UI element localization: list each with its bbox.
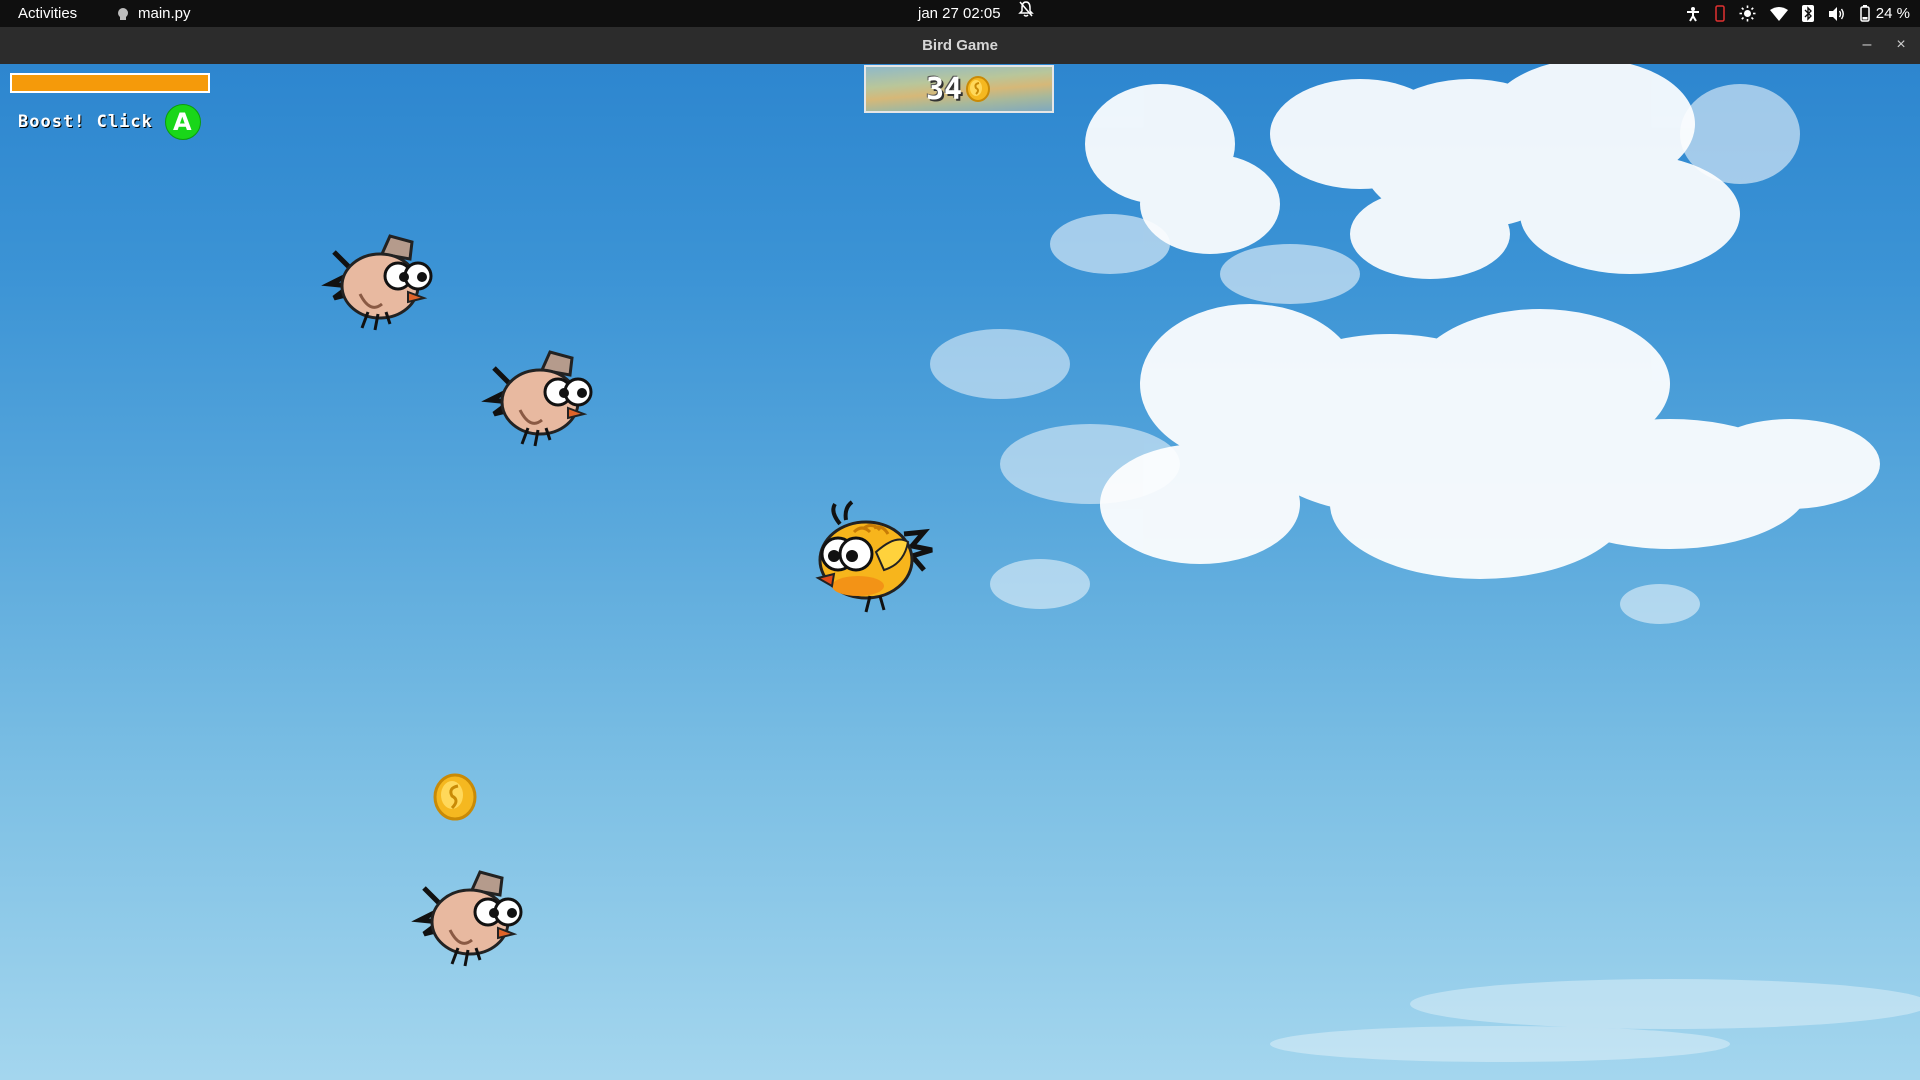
score-panel: 34 xyxy=(864,65,1054,113)
app-name: main.py xyxy=(138,5,191,22)
phone-icon[interactable] xyxy=(1715,5,1725,22)
close-button[interactable]: × xyxy=(1888,33,1914,59)
system-tray[interactable]: 24 % xyxy=(1685,0,1910,27)
activities-button[interactable]: Activities xyxy=(18,0,77,27)
score-value: 34 xyxy=(925,71,963,107)
cloud-middle xyxy=(930,304,1880,624)
coin-icon xyxy=(966,76,991,102)
app-icon xyxy=(118,7,128,20)
battery-icon[interactable] xyxy=(1860,5,1870,22)
notifications-muted-icon[interactable] xyxy=(1018,0,1034,27)
player-bird xyxy=(815,500,933,613)
volume-icon[interactable] xyxy=(1828,6,1846,22)
clock[interactable]: jan 27 02:05 xyxy=(918,0,1001,27)
battery-percent: 24 % xyxy=(1875,5,1910,22)
boost-meter xyxy=(10,73,210,93)
window-title-bar[interactable]: Bird Game – × xyxy=(0,27,1920,65)
app-menu[interactable]: main.py xyxy=(116,0,191,27)
boost-meter-fill xyxy=(12,75,208,91)
system-top-bar: Activities main.py jan 27 02:05 24 % xyxy=(0,0,1920,27)
boost-label: Boost! Click xyxy=(18,112,153,132)
window-title: Bird Game xyxy=(922,37,998,54)
enemy-bird xyxy=(411,870,523,967)
minimize-button[interactable]: – xyxy=(1854,33,1880,59)
enemy-bird xyxy=(481,350,593,447)
wifi-icon[interactable] xyxy=(1769,6,1788,21)
enemy-bird xyxy=(321,234,433,331)
game-canvas[interactable]: Boost! Click A 34 xyxy=(0,64,1920,1080)
bluetooth-icon[interactable] xyxy=(1801,5,1814,22)
accessibility-icon[interactable] xyxy=(1685,6,1701,22)
coin-pickup xyxy=(433,773,477,821)
brightness-icon[interactable] xyxy=(1739,5,1756,22)
a-button-icon[interactable]: A xyxy=(164,104,201,140)
cloud-bottom xyxy=(1270,979,1920,1062)
boost-hint: Boost! Click A xyxy=(18,104,201,140)
